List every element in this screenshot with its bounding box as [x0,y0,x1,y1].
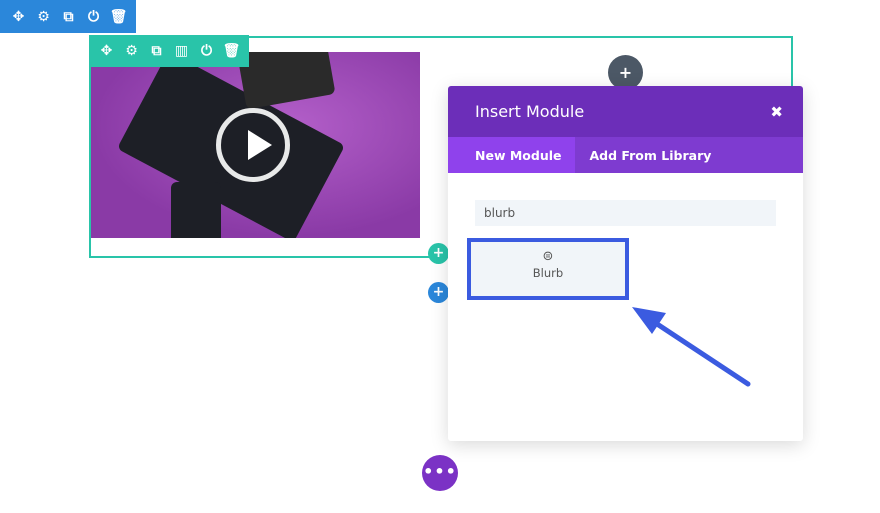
arrow-annotation [632,307,751,387]
arrow-line [645,315,751,387]
arrow-head [632,307,666,334]
